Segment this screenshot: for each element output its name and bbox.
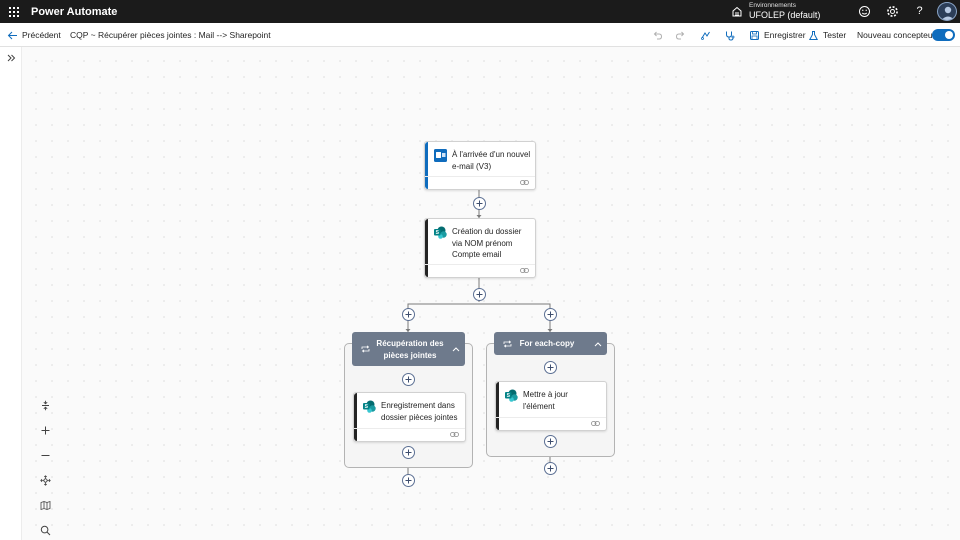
zoom-in-icon	[41, 426, 49, 434]
designer-canvas[interactable]	[22, 47, 960, 540]
plus-icon	[547, 311, 554, 318]
card-title-line: À l'arrivée d'un nouvel	[452, 150, 531, 159]
save-icon	[750, 30, 759, 40]
card-title-line: l'élément	[523, 401, 555, 411]
help-icon[interactable]: ?	[912, 4, 927, 19]
command-bar: Précédent CQP ~ Récupérer pièces jointes…	[0, 23, 960, 47]
copilot-icon	[701, 31, 710, 40]
plus-icon	[405, 311, 412, 318]
card-title-line: dossier pièces jointes	[381, 412, 458, 422]
back-button[interactable]: Précédent	[7, 23, 61, 47]
chevron-up-icon[interactable]	[452, 346, 460, 352]
flow-name[interactable]: CQP ~ Récupérer pièces jointes : Mail --…	[70, 23, 271, 47]
test-button[interactable]: Tester	[808, 23, 846, 47]
link-icon	[520, 268, 529, 273]
card-title-line: Enregistrement dans	[381, 401, 455, 410]
scope-header-attachments[interactable]: Récupération des pièces jointes	[352, 332, 465, 366]
expand-panel-icon[interactable]	[5, 52, 17, 64]
arrow-left-icon	[7, 31, 17, 39]
copilot-button[interactable]	[700, 23, 711, 47]
environment-name: UFOLEP (default)	[749, 9, 821, 20]
plus-icon	[547, 438, 554, 445]
add-step-button[interactable]	[544, 462, 557, 475]
search-icon	[40, 525, 50, 535]
zoom-out-button[interactable]	[38, 448, 52, 462]
flow-checker-button[interactable]	[724, 23, 735, 47]
undo-button[interactable]	[652, 23, 663, 47]
loop-icon	[361, 345, 370, 353]
loop-icon	[503, 339, 512, 348]
environment-icon	[732, 6, 742, 16]
zoom-out-icon	[41, 454, 49, 456]
plus-icon	[476, 291, 483, 298]
save-label: Enregistrer	[764, 30, 806, 40]
feedback-icon[interactable]	[857, 4, 872, 19]
add-step-button[interactable]	[473, 288, 486, 301]
avatar[interactable]	[937, 2, 957, 21]
scope-title: For each-copy	[519, 339, 575, 348]
waffle-icon[interactable]	[0, 0, 28, 23]
action-card-update-item[interactable]: S Mettre à jour l'élément	[495, 381, 607, 431]
trigger-card-new-email[interactable]: À l'arrivée d'un nouvel e-mail (V3)	[424, 141, 536, 190]
redo-icon	[675, 31, 685, 39]
flask-icon	[808, 30, 819, 40]
sharepoint-icon: S	[434, 226, 447, 239]
minimap-button[interactable]	[38, 498, 52, 512]
left-rail	[0, 47, 22, 540]
card-title-line: Mettre à jour	[523, 390, 568, 399]
add-step-button[interactable]	[402, 308, 415, 321]
action-card-create-folder[interactable]: S Création du dossier via NOM prénom Com…	[424, 218, 536, 278]
plus-icon	[547, 364, 554, 371]
settings-icon[interactable]	[885, 4, 900, 19]
environment-picker[interactable]: Environnements UFOLEP (default)	[730, 0, 820, 23]
add-step-button[interactable]	[402, 474, 415, 487]
top-bar: Power Automate Environnements UFOLEP (de…	[0, 0, 960, 23]
save-button[interactable]: Enregistrer	[749, 23, 806, 47]
scope-title-line: pièces jointes	[383, 350, 437, 360]
add-step-button[interactable]	[402, 373, 415, 386]
link-icon	[450, 432, 459, 437]
plus-icon	[476, 200, 483, 207]
plus-icon	[405, 477, 412, 484]
card-title-line: via NOM prénom	[452, 238, 513, 248]
sharepoint-icon: S	[363, 400, 376, 413]
zoom-in-button[interactable]	[38, 423, 52, 437]
back-label: Précédent	[22, 30, 61, 40]
plus-icon	[547, 465, 554, 472]
pan-icon	[39, 474, 51, 486]
add-step-button[interactable]	[473, 197, 486, 210]
card-title-line: e-mail (V3)	[452, 161, 492, 171]
test-label: Tester	[823, 30, 847, 40]
environment-label: Environnements	[749, 2, 796, 10]
scope-header-foreach[interactable]: For each-copy	[494, 332, 607, 355]
outlook-icon	[434, 149, 447, 162]
app-title[interactable]: Power Automate	[31, 6, 117, 18]
card-title-line: Création du dossier	[452, 227, 522, 236]
minimap-icon	[40, 500, 50, 510]
add-step-button[interactable]	[402, 446, 415, 459]
stethoscope-icon	[726, 31, 735, 41]
sharepoint-icon: S	[505, 389, 518, 402]
chevron-up-icon[interactable]	[594, 341, 602, 347]
new-designer-label: Nouveau concepteur	[857, 30, 936, 40]
fit-view-button[interactable]	[38, 398, 52, 412]
add-step-button[interactable]	[544, 361, 557, 374]
new-designer-toggle[interactable]	[932, 29, 955, 41]
plus-icon	[405, 449, 412, 456]
action-card-save-attachments[interactable]: S Enregistrement dans dossier pièces joi…	[353, 392, 466, 442]
plus-icon	[405, 376, 412, 383]
search-button[interactable]	[38, 523, 52, 537]
undo-icon	[653, 31, 663, 39]
add-step-button[interactable]	[544, 308, 557, 321]
fit-view-icon	[41, 400, 49, 410]
scope-title-line: Récupération des	[376, 339, 444, 348]
card-title-line: Compte email	[452, 250, 502, 259]
pan-button[interactable]	[38, 473, 52, 487]
link-icon	[520, 180, 529, 185]
redo-button[interactable]	[675, 23, 686, 47]
add-step-button[interactable]	[544, 435, 557, 448]
link-icon	[591, 421, 600, 426]
